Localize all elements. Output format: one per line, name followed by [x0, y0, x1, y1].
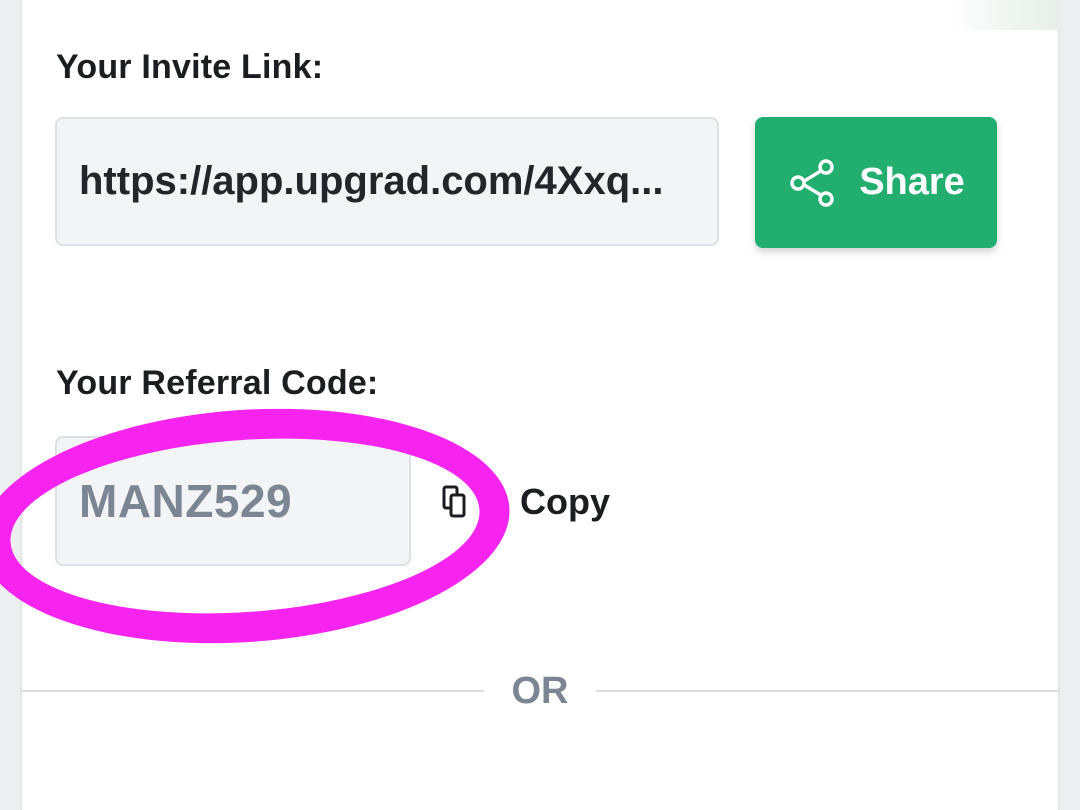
share-button-label: Share — [859, 161, 965, 203]
divider-line-right — [596, 690, 1058, 692]
invite-link-label: Your Invite Link: — [56, 48, 324, 86]
share-icon — [787, 158, 837, 208]
invite-link-value: https://app.upgrad.com/4Xxq... — [79, 159, 664, 203]
page: Your Invite Link: https://app.upgrad.com… — [0, 0, 1080, 810]
referral-code-value: MANZ529 — [79, 475, 293, 527]
or-divider-text: OR — [511, 670, 569, 712]
copy-label: Copy — [520, 481, 610, 522]
copy-icon — [442, 485, 520, 519]
copy-button[interactable]: Copy — [442, 470, 610, 534]
referral-code-label: Your Referral Code: — [56, 364, 379, 402]
top-edge-fade — [950, 0, 1060, 30]
referral-code-field[interactable]: MANZ529 — [55, 436, 411, 566]
share-button[interactable]: Share — [755, 117, 997, 248]
invite-link-field[interactable]: https://app.upgrad.com/4Xxq... — [55, 117, 719, 246]
divider-line-left — [22, 690, 484, 692]
